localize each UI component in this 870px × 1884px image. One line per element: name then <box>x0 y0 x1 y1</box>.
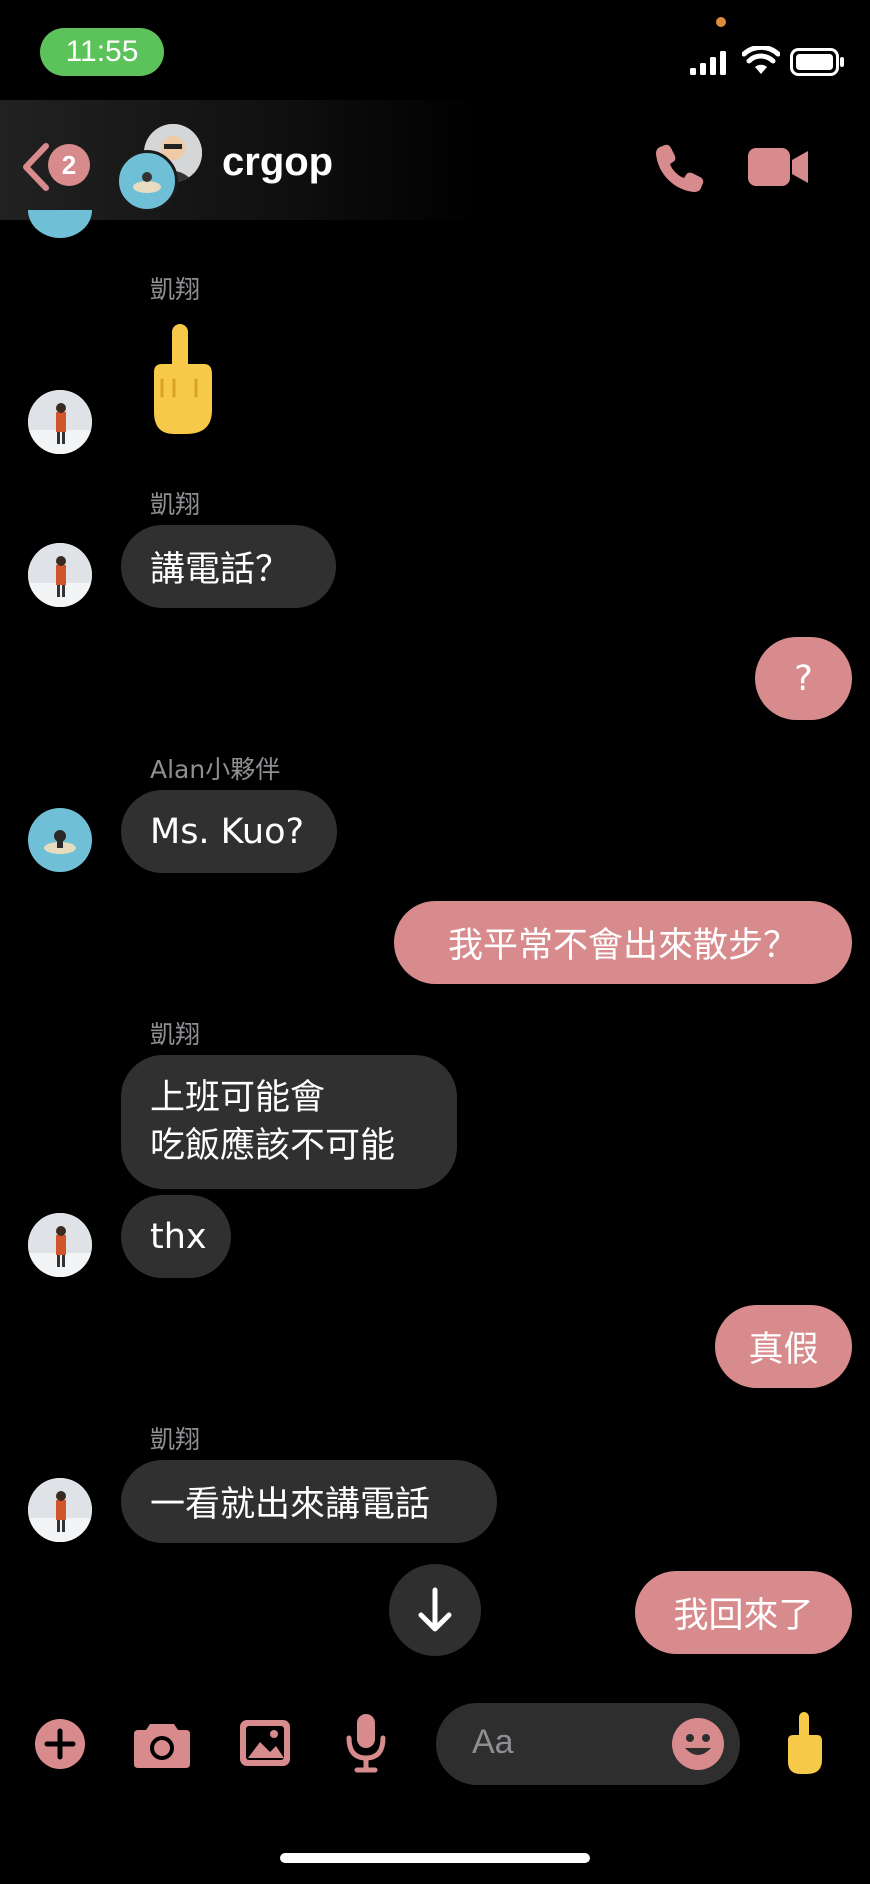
message-bubble-incoming[interactable]: thx <box>121 1195 231 1278</box>
image-icon[interactable] <box>238 1718 292 1770</box>
message-bubble-incoming[interactable]: Ms. Kuo? <box>121 790 337 873</box>
message-bubble-outgoing[interactable]: 真假 <box>715 1305 852 1388</box>
avatar[interactable] <box>28 1213 92 1277</box>
message-bubble-outgoing[interactable]: 我平常不會出來散步？ <box>394 901 852 984</box>
plus-icon[interactable] <box>34 1718 86 1770</box>
avatar[interactable] <box>28 543 92 607</box>
avatar[interactable] <box>28 1478 92 1542</box>
conversation-title[interactable]: crgop <box>222 140 333 185</box>
avatar[interactable] <box>28 808 92 872</box>
sender-name: 凱翔 <box>150 490 201 519</box>
cellular-signal-icon <box>690 51 726 75</box>
camera-icon[interactable] <box>132 1718 192 1770</box>
phone-icon[interactable] <box>654 142 706 194</box>
avatar[interactable] <box>28 390 92 454</box>
middle-finger-emoji-icon[interactable] <box>784 1710 826 1776</box>
message-bubble-incoming[interactable]: 上班可能會 吃飯應該不可能 <box>121 1055 457 1189</box>
unread-count-badge: 2 <box>48 144 90 186</box>
message-bubble-incoming[interactable]: 一看就出來講電話 <box>121 1460 497 1543</box>
privacy-indicator-dot <box>716 17 726 27</box>
video-camera-icon[interactable] <box>748 146 810 188</box>
arrow-down-icon <box>418 1587 452 1632</box>
message-line: 吃飯應該不可能 <box>150 1126 396 1166</box>
microphone-icon[interactable] <box>345 1712 387 1774</box>
back-chevron-icon[interactable] <box>18 142 52 192</box>
message-line: 上班可能會 <box>150 1078 326 1118</box>
wifi-icon <box>742 46 780 74</box>
message-bubble-outgoing[interactable]: ? <box>755 637 852 720</box>
emoji-icon[interactable] <box>671 1717 725 1771</box>
home-indicator[interactable] <box>280 1853 590 1863</box>
sender-name: Alan小夥伴 <box>150 755 281 784</box>
status-time: 11:55 <box>65 35 139 68</box>
sender-name: 凱翔 <box>150 1020 201 1049</box>
scroll-to-bottom-button[interactable] <box>389 1564 481 1656</box>
message-bubble-incoming[interactable]: 講電話？ <box>121 525 336 608</box>
sender-name: 凱翔 <box>150 1425 201 1454</box>
message-bubble-outgoing[interactable]: 我回來了 <box>635 1571 852 1654</box>
group-avatar-secondary[interactable] <box>116 150 178 212</box>
middle-finger-emoji-icon <box>154 324 212 434</box>
message-input-placeholder: Aa <box>472 1723 514 1761</box>
battery-icon <box>790 48 844 76</box>
sender-name: 凱翔 <box>150 275 201 304</box>
